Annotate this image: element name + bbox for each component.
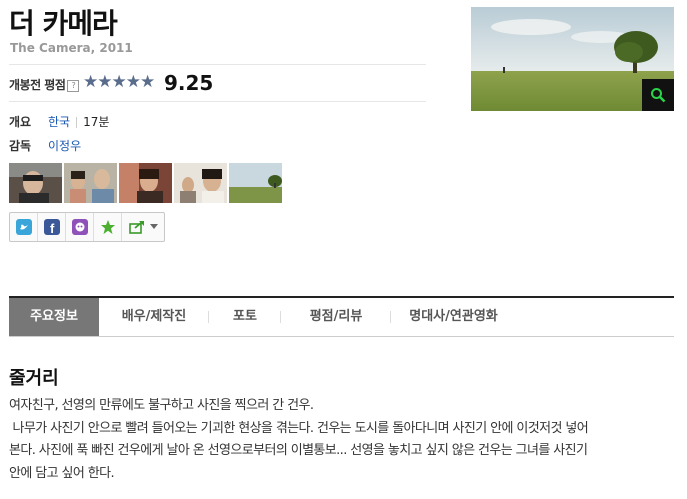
still-thumbnails bbox=[9, 163, 282, 203]
separator bbox=[76, 117, 78, 128]
still-thumbnail[interactable] bbox=[229, 163, 282, 203]
tab-photos[interactable]: 포토 bbox=[209, 298, 281, 336]
facebook-icon: f bbox=[43, 219, 60, 235]
magnifier-icon bbox=[651, 88, 666, 103]
share-icon bbox=[128, 221, 144, 234]
tab-ratings-reviews[interactable]: 평점/리뷰 bbox=[281, 298, 391, 336]
tab-main-info[interactable]: 주요정보 bbox=[9, 298, 99, 336]
tab-bar: 주요정보 배우/제작진 포토 평점/리뷰 명대사/연관영화 bbox=[9, 296, 674, 337]
synopsis-text: 여자친구, 선영의 만류에도 불구하고 사진을 찍으러 간 건우. 나무가 사진… bbox=[9, 395, 675, 485]
rating-label-text: 개봉전 평점 bbox=[9, 78, 66, 92]
still-thumbnail[interactable] bbox=[64, 163, 117, 203]
synopsis-heading: 줄거리 bbox=[9, 368, 59, 389]
synopsis-line: 본다. 사진에 푹 빠진 건우에게 날아 온 선영으로부터의 이별통보... 선… bbox=[9, 443, 588, 458]
country-link[interactable]: 한국 bbox=[48, 115, 70, 129]
favorite-button[interactable] bbox=[94, 213, 122, 241]
tab-label: 명대사/연관영화 bbox=[409, 309, 498, 324]
share-toolbar: f bbox=[9, 212, 165, 242]
overview-row: 한국 17분 bbox=[48, 113, 109, 130]
twitter-button[interactable] bbox=[10, 213, 38, 241]
facebook-button[interactable]: f bbox=[38, 213, 66, 241]
synopsis-line: 나무가 사진기 안으로 빨려 들어오는 기괴한 현상을 겪는다. 건우는 도시를… bbox=[9, 420, 589, 436]
tab-label: 평점/리뷰 bbox=[309, 309, 363, 324]
synopsis-line: 안에 담고 싶어 한다. bbox=[9, 465, 115, 481]
tab-cast-crew[interactable]: 배우/제작진 bbox=[99, 298, 209, 336]
synopsis-line: 여자친구, 선영의 만류에도 불구하고 사진을 찍으러 간 건우. bbox=[9, 398, 314, 413]
tab-quotes-related[interactable]: 명대사/연관영화 bbox=[391, 298, 516, 336]
chevron-down-icon bbox=[149, 224, 158, 229]
more-share-button[interactable] bbox=[122, 213, 164, 241]
director-label: 감독 bbox=[9, 139, 32, 153]
still-thumbnail[interactable] bbox=[174, 163, 227, 203]
help-icon[interactable]: ? bbox=[67, 79, 80, 92]
divider bbox=[9, 101, 426, 102]
director-row: 이정우 bbox=[48, 137, 81, 154]
tab-label: 주요정보 bbox=[30, 309, 78, 324]
movie-subtitle: The Camera, 2011 bbox=[10, 41, 133, 55]
me2day-button[interactable] bbox=[66, 213, 94, 241]
favorite-star-icon bbox=[100, 220, 115, 234]
twitter-icon bbox=[15, 219, 32, 235]
tab-label: 배우/제작진 bbox=[121, 309, 187, 324]
tab-label: 포토 bbox=[233, 309, 257, 324]
overview-label: 개요 bbox=[9, 115, 32, 129]
page-title: 더 카메라 bbox=[9, 7, 118, 40]
divider bbox=[9, 64, 426, 65]
zoom-button[interactable] bbox=[642, 79, 674, 111]
director-link[interactable]: 이정우 bbox=[48, 139, 81, 153]
me2day-icon bbox=[71, 219, 88, 235]
still-thumbnail[interactable] bbox=[119, 163, 172, 203]
rating-score: 9.25 bbox=[164, 71, 214, 95]
rating-stars: ★★★★★ bbox=[83, 72, 155, 92]
svg-text:f: f bbox=[50, 221, 55, 235]
poster-image[interactable] bbox=[471, 7, 674, 111]
runtime: 17분 bbox=[83, 115, 110, 129]
rating-label: 개봉전 평점? bbox=[9, 76, 80, 93]
still-thumbnail[interactable] bbox=[9, 163, 62, 203]
